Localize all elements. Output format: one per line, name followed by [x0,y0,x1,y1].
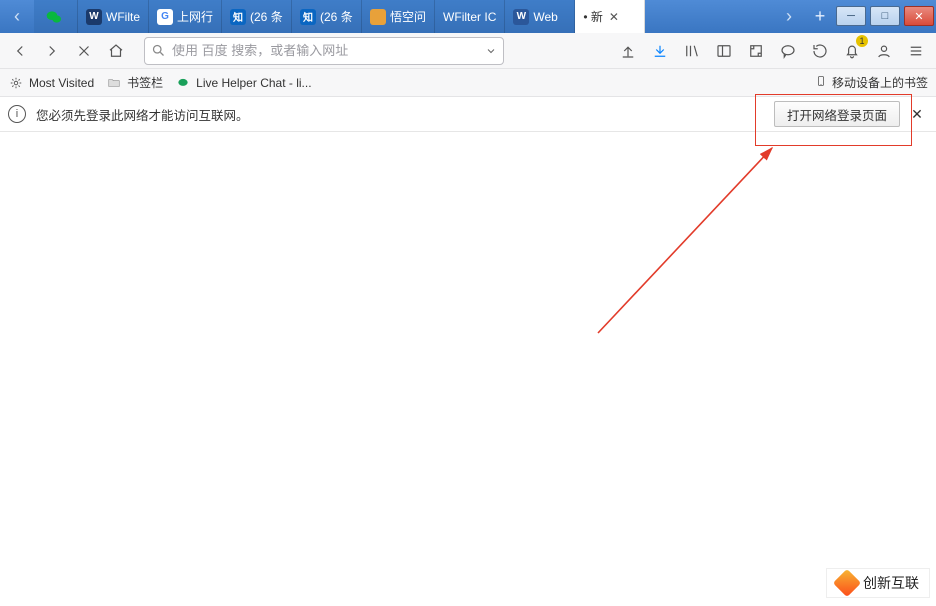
tab-label: Web [533,10,557,24]
tab-favicon: 知 [300,9,316,25]
send-tab-button[interactable] [614,37,642,65]
tab-label: • 新 [583,8,603,25]
chat-bubble-icon [175,75,191,91]
tab-scroll-left[interactable]: ‹ [0,0,34,33]
tab-label: WFilte [106,10,140,24]
search-icon [151,43,166,58]
app-menu-button[interactable] [902,37,930,65]
tab-3[interactable]: 知(26 条 [222,0,292,33]
bookmarks-folder[interactable]: 书签栏 [106,74,163,91]
most-visited-label: Most Visited [29,76,94,90]
mobile-icon [815,74,827,91]
notification-message: 您必须先登录此网络才能访问互联网。 [36,105,249,124]
forward-button[interactable] [38,37,66,65]
maximize-button[interactable]: □ [870,6,900,26]
tab-label: (26 条 [250,8,283,25]
url-input[interactable] [172,43,479,58]
tab-0[interactable] [34,0,78,33]
window-controls: ─ □ ✕ [834,0,936,33]
watermark: 创新互联 [826,568,930,598]
tab-scroll-right[interactable]: › [772,0,806,33]
notification-close-button[interactable]: ✕ [906,103,928,125]
watermark-logo-icon [833,569,861,597]
tab-label: WFilter IC [443,10,496,24]
tab-strip: WWFilteG上网行知(26 条知(26 条悟空问WFilter ICWWeb… [34,0,772,33]
tab-5[interactable]: 悟空问 [362,0,435,33]
mobile-bookmarks-label: 移动设备上的书签 [832,74,928,91]
tab-favicon: W [86,9,102,25]
new-tab-button[interactable]: + [806,0,834,33]
window-close-button[interactable]: ✕ [904,6,934,26]
tab-favicon: W [513,9,529,25]
tab-label: 上网行 [177,8,213,25]
library-button[interactable] [678,37,706,65]
sidebar-button[interactable] [710,37,738,65]
bookmarks-folder-label: 书签栏 [127,74,163,91]
tab-close-button[interactable]: ✕ [609,10,619,24]
tab-favicon: G [157,9,173,25]
downloads-button[interactable] [646,37,674,65]
info-icon: i [8,105,26,123]
bookmarks-toolbar: Most Visited 书签栏 Live Helper Chat - li..… [0,69,936,97]
account-button[interactable] [870,37,898,65]
back-button[interactable] [6,37,34,65]
minimize-button[interactable]: ─ [836,6,866,26]
dropdown-icon[interactable] [485,45,497,57]
tab-favicon: 知 [230,9,246,25]
tab-4[interactable]: 知(26 条 [292,0,362,33]
home-button[interactable] [102,37,130,65]
gear-icon [8,75,24,91]
network-login-notification: i 您必须先登录此网络才能访问互联网。 打开网络登录页面 ✕ [0,97,936,132]
notifications-button[interactable]: 1 [838,37,866,65]
tab-6[interactable]: WFilter IC [435,0,505,33]
screenshot-button[interactable] [742,37,770,65]
notifications-badge: 1 [856,35,868,47]
stop-reload-button[interactable] [70,37,98,65]
tab-2[interactable]: G上网行 [149,0,222,33]
folder-icon [106,75,122,91]
refresh-button[interactable] [806,37,834,65]
watermark-text: 创新互联 [863,573,919,593]
nav-toolbar: 1 [0,33,936,69]
title-bar: ‹ WWFilteG上网行知(26 条知(26 条悟空问WFilter ICWW… [0,0,936,33]
bookmark-live-helper[interactable]: Live Helper Chat - li... [175,75,311,91]
open-login-page-button[interactable]: 打开网络登录页面 [774,101,900,127]
tab-1[interactable]: W WFilte [78,0,149,33]
address-bar[interactable] [144,37,504,65]
chat-icon[interactable] [774,37,802,65]
tab-label: (26 条 [320,8,353,25]
wechat-icon [46,9,62,25]
bookmark-live-helper-label: Live Helper Chat - li... [196,76,311,90]
mobile-bookmarks[interactable]: 移动设备上的书签 [815,74,928,91]
tab-8[interactable]: • 新 ✕ [575,0,645,33]
tab-label: 悟空问 [390,8,426,25]
most-visited-button[interactable]: Most Visited [8,75,94,91]
tab-favicon [370,9,386,25]
tab-7[interactable]: W Web [505,0,575,33]
